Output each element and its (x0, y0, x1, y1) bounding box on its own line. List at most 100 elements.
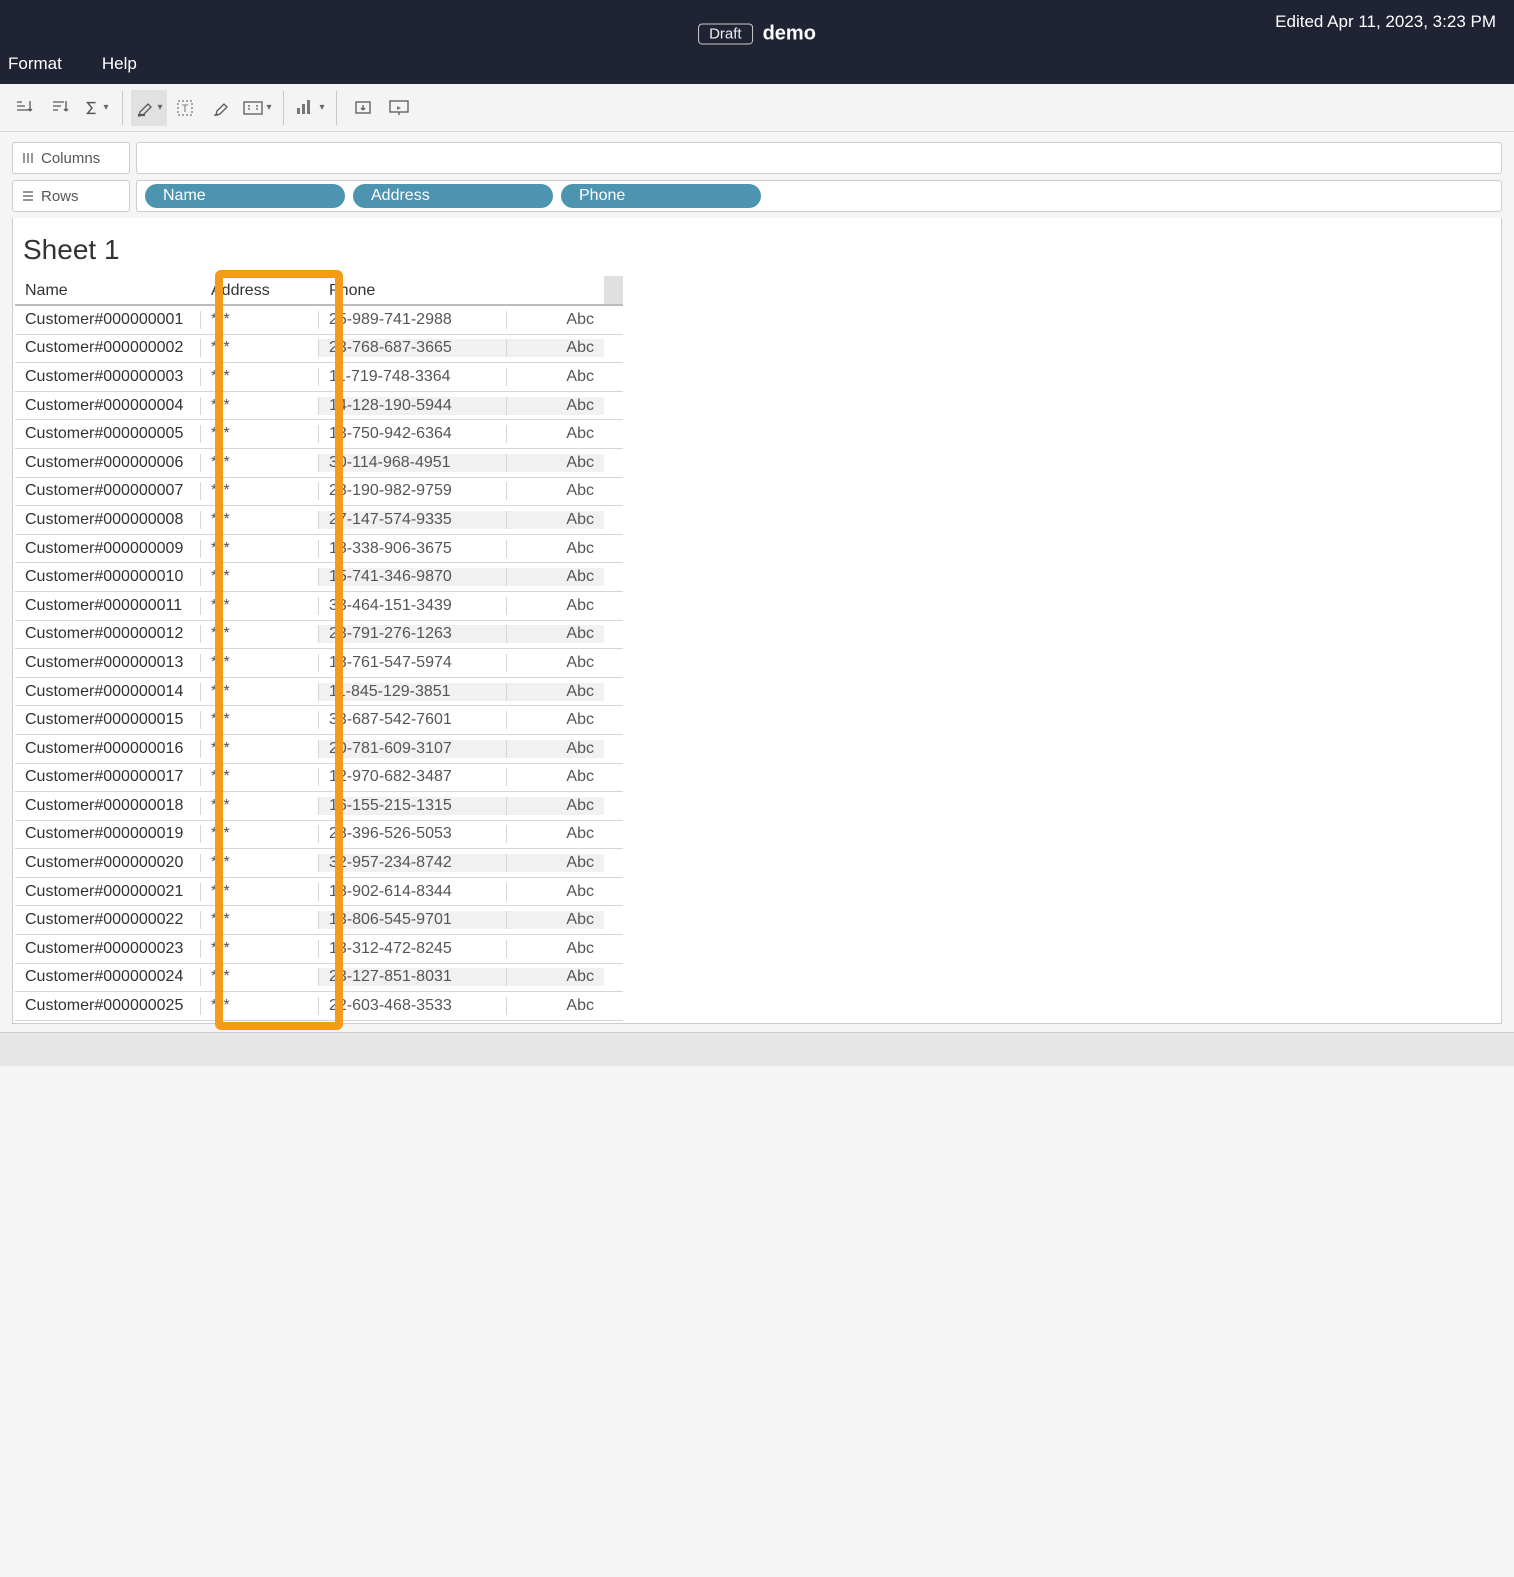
chevron-down-icon: ▾ (103, 102, 108, 113)
cell-marker: Abc (507, 683, 604, 701)
table-row[interactable]: Customer#000000015***33-687-542-7601Abc (15, 706, 623, 735)
table-row[interactable]: Customer#000000002***23-768-687-3665Abc (15, 335, 623, 364)
cell-address: *** (201, 883, 319, 901)
show-me-button[interactable]: ▾ (292, 90, 328, 126)
column-header-name[interactable]: Name (15, 276, 201, 304)
cell-address: *** (201, 511, 319, 529)
sigma-icon (83, 99, 101, 117)
column-header-address[interactable]: Address (201, 276, 319, 304)
cell-marker: Abc (507, 339, 604, 357)
pill-phone[interactable]: Phone (561, 184, 761, 208)
rows-text: Rows (41, 188, 79, 205)
cell-address: *** (201, 740, 319, 758)
column-header-phone[interactable]: Phone (319, 276, 507, 304)
totals-button[interactable]: ▾ (78, 90, 114, 126)
cell-address: *** (201, 540, 319, 558)
table-row[interactable]: Customer#000000005***13-750-942-6364Abc (15, 420, 623, 449)
fit-icon (242, 99, 264, 117)
cell-name: Customer#000000011 (15, 597, 201, 615)
table-row[interactable]: Customer#000000011***33-464-151-3439Abc (15, 592, 623, 621)
present-button[interactable] (381, 90, 417, 126)
cell-marker: Abc (507, 768, 604, 786)
table-row[interactable]: Customer#000000022***13-806-545-9701Abc (15, 906, 623, 935)
cell-address: *** (201, 339, 319, 357)
columns-shelf-label[interactable]: Columns (12, 142, 130, 174)
table-row[interactable]: Customer#000000017***12-970-682-3487Abc (15, 764, 623, 793)
table-row[interactable]: Customer#000000004***14-128-190-5944Abc (15, 392, 623, 421)
table-row[interactable]: Customer#000000024***23-127-851-8031Abc (15, 964, 623, 993)
cell-marker: Abc (507, 711, 604, 729)
cell-name: Customer#000000019 (15, 825, 201, 843)
table-row[interactable]: Customer#000000014***11-845-129-3851Abc (15, 678, 623, 707)
cell-name: Customer#000000001 (15, 311, 201, 329)
menu-help[interactable]: Help (94, 50, 145, 78)
cell-marker: Abc (507, 597, 604, 615)
table-row[interactable]: Customer#000000007***28-190-982-9759Abc (15, 478, 623, 507)
show-me-icon (295, 98, 317, 118)
fit-button[interactable]: ▾ (239, 90, 275, 126)
sort-asc-button[interactable] (6, 90, 42, 126)
cell-phone: 11-845-129-3851 (319, 683, 507, 701)
cell-marker: Abc (507, 797, 604, 815)
table-row[interactable]: Customer#000000012***23-791-276-1263Abc (15, 621, 623, 650)
cell-marker: Abc (507, 740, 604, 758)
cell-phone: 13-761-547-5974 (319, 654, 507, 672)
table-row[interactable]: Customer#000000006***30-114-968-4951Abc (15, 449, 623, 478)
cell-phone: 13-312-472-8245 (319, 940, 507, 958)
rows-shelf-track[interactable]: Name Address Phone (136, 180, 1502, 212)
cell-phone: 23-127-851-8031 (319, 968, 507, 986)
rows-shelf-label[interactable]: Rows (12, 180, 130, 212)
table-row[interactable]: Customer#000000021***18-902-614-8344Abc (15, 878, 623, 907)
cell-phone: 18-902-614-8344 (319, 883, 507, 901)
toolbar: ▾ ▾ T ▾ ▾ (0, 84, 1514, 132)
cell-address: *** (201, 482, 319, 500)
table-row[interactable]: Customer#000000020***32-957-234-8742Abc (15, 849, 623, 878)
cell-phone: 16-155-215-1315 (319, 797, 507, 815)
cell-address: *** (201, 568, 319, 586)
sheet-title[interactable]: Sheet 1 (13, 234, 1501, 276)
table-row[interactable]: Customer#000000019***28-396-526-5053Abc (15, 821, 623, 850)
highlight-icon (135, 98, 155, 118)
cell-marker: Abc (507, 968, 604, 986)
cell-marker: Abc (507, 654, 604, 672)
edited-timestamp: Edited Apr 11, 2023, 3:23 PM (1275, 12, 1496, 32)
table-row[interactable]: Customer#000000016***20-781-609-3107Abc (15, 735, 623, 764)
table-row[interactable]: Customer#000000010***15-741-346-9870Abc (15, 563, 623, 592)
columns-shelf-track[interactable] (136, 142, 1502, 174)
rows-icon (21, 189, 35, 203)
cell-marker: Abc (507, 454, 604, 472)
cell-phone: 18-338-906-3675 (319, 540, 507, 558)
sort-desc-button[interactable] (42, 90, 78, 126)
cell-marker: Abc (507, 911, 604, 929)
draft-badge: Draft (698, 23, 753, 44)
table-row[interactable]: Customer#000000023***13-312-472-8245Abc (15, 935, 623, 964)
cell-name: Customer#000000023 (15, 940, 201, 958)
table-row[interactable]: Customer#000000018***16-155-215-1315Abc (15, 792, 623, 821)
column-header-measure (507, 276, 604, 304)
scrollbar-head (604, 276, 623, 304)
svg-text:T: T (182, 103, 189, 115)
header-center: Draft demo (698, 22, 816, 45)
sort-desc-icon (50, 98, 70, 118)
cell-address: *** (201, 911, 319, 929)
cell-phone: 28-190-982-9759 (319, 482, 507, 500)
format-paint-button[interactable] (203, 90, 239, 126)
menu-format[interactable]: Format (0, 50, 70, 78)
cell-address: *** (201, 854, 319, 872)
table-row[interactable]: Customer#000000009***18-338-906-3675Abc (15, 535, 623, 564)
pill-address[interactable]: Address (353, 184, 553, 208)
text-label-button[interactable]: T (167, 90, 203, 126)
table-row[interactable]: Customer#000000008***27-147-574-9335Abc (15, 506, 623, 535)
highlight-button[interactable]: ▾ (131, 90, 167, 126)
table-row[interactable]: Customer#000000001***25-989-741-2988Abc (15, 306, 623, 335)
cell-name: Customer#000000013 (15, 654, 201, 672)
table-row[interactable]: Customer#000000013***13-761-547-5974Abc (15, 649, 623, 678)
present-icon (388, 98, 410, 118)
pill-name[interactable]: Name (145, 184, 345, 208)
cell-name: Customer#000000009 (15, 540, 201, 558)
cell-name: Customer#000000020 (15, 854, 201, 872)
table-row[interactable]: Customer#000000025***22-603-468-3533Abc (15, 992, 623, 1021)
download-button[interactable] (345, 90, 381, 126)
table-row[interactable]: Customer#000000003***11-719-748-3364Abc (15, 363, 623, 392)
divider (283, 91, 284, 125)
